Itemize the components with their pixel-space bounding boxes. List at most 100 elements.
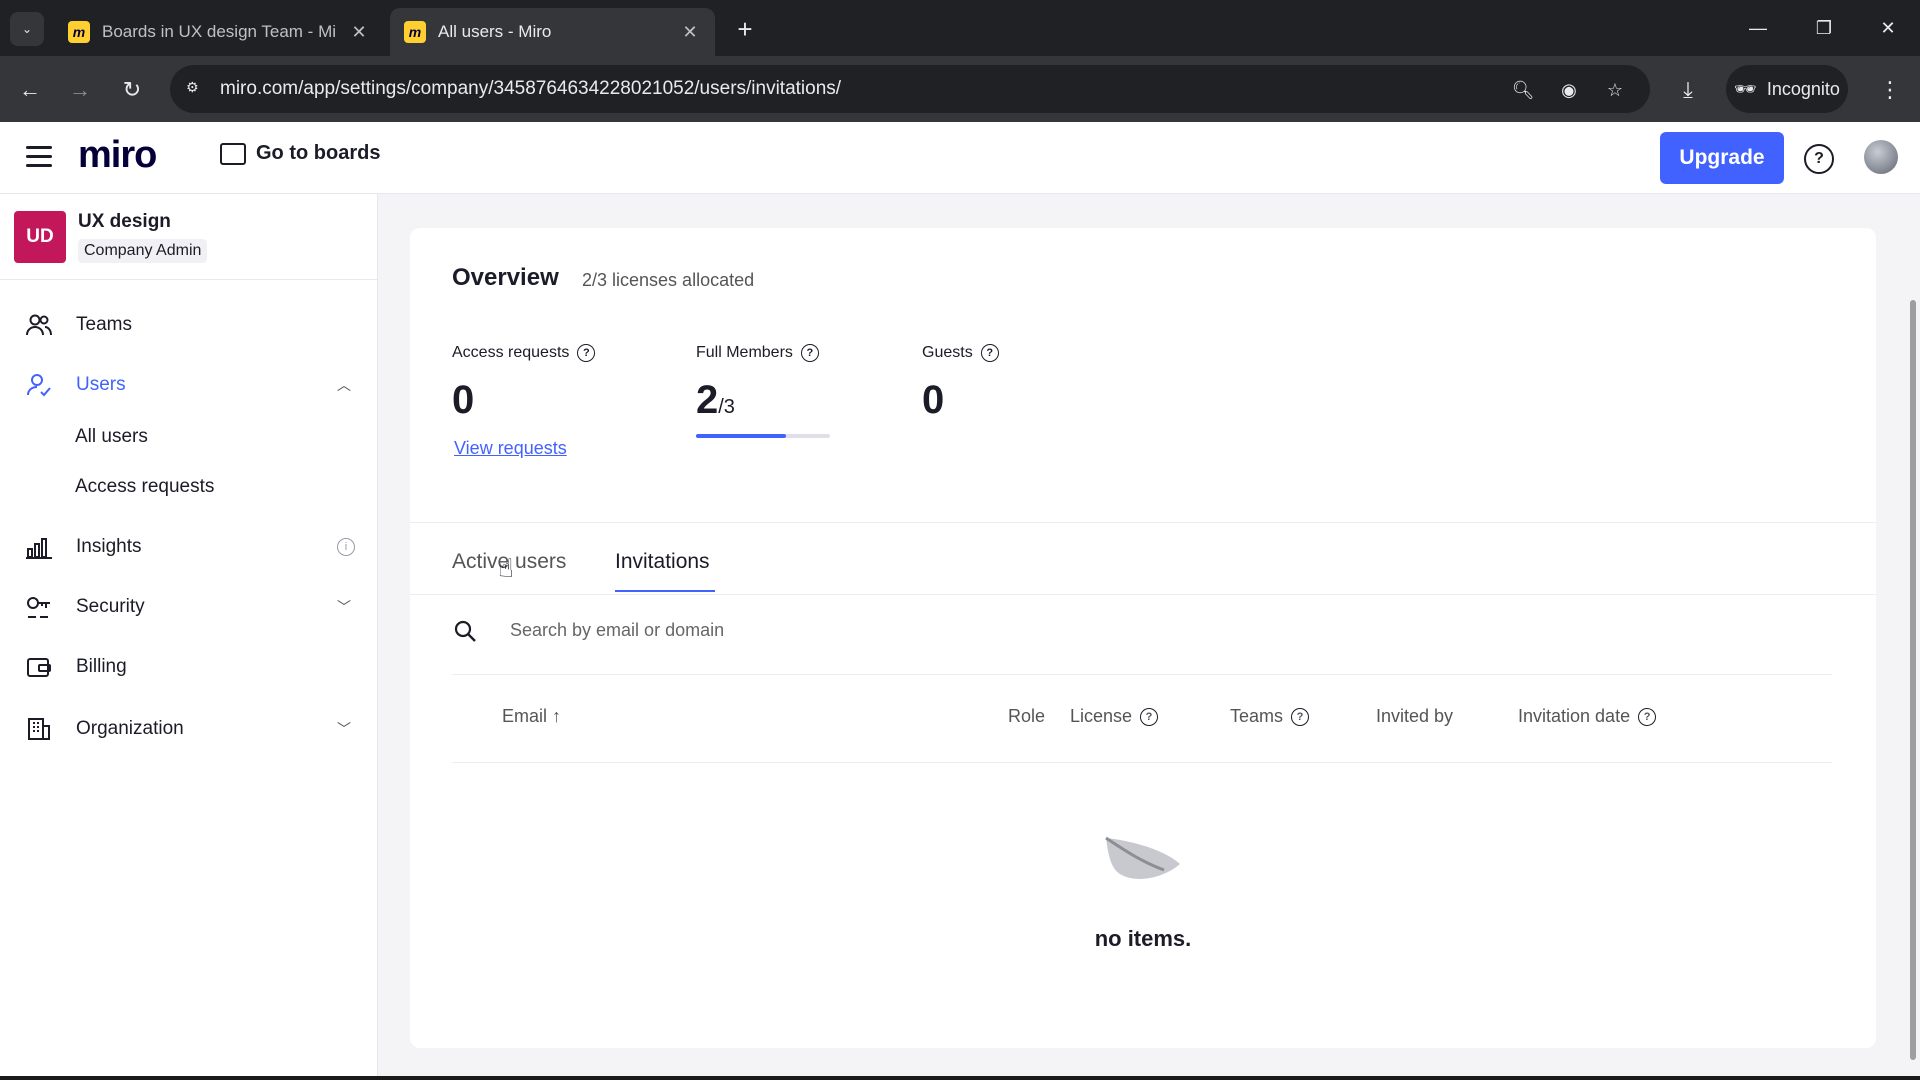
bottom-edge (0, 1076, 1920, 1080)
guests-value: 0 (922, 378, 945, 422)
restore-icon[interactable]: ❐ (1806, 12, 1842, 44)
app-header: miro Go to boards Upgrade ? (0, 122, 1920, 194)
full-members-total: /3 (718, 396, 735, 418)
divider (410, 594, 1876, 595)
security-icon (24, 592, 54, 622)
sidebar-item-users[interactable]: Users ︿ (0, 360, 377, 410)
full-members-label: Full Members ? (696, 344, 819, 362)
url-text: miro.com/app/settings/company/3458764634… (220, 78, 842, 99)
info-icon[interactable]: i (337, 538, 355, 556)
sidebar-item-label: Teams (76, 314, 132, 335)
window-close-icon[interactable]: ✕ (1870, 12, 1906, 44)
sidebar-item-insights[interactable]: Insights i (0, 522, 377, 572)
column-header-invited-by[interactable]: Invited by (1376, 706, 1453, 727)
upgrade-button[interactable]: Upgrade (1660, 132, 1784, 184)
help-icon[interactable]: ? (1804, 144, 1834, 174)
column-header-label: Teams (1230, 706, 1284, 726)
new-tab-icon[interactable]: + (730, 14, 760, 44)
chevron-down-icon[interactable]: ﹀ (337, 597, 351, 617)
eye-off-icon[interactable]: ◉ (1556, 77, 1582, 103)
overview-card: Overview 2/3 licenses allocated Access r… (410, 228, 1876, 1048)
column-header-license[interactable]: License? (1070, 706, 1159, 727)
search-input[interactable] (510, 608, 1810, 652)
browser-menu-icon[interactable]: ⋮ (1872, 72, 1908, 108)
question-icon[interactable]: ? (1140, 707, 1159, 726)
sidebar-subitem-access-requests[interactable]: Access requests (75, 476, 214, 498)
teams-icon (24, 310, 54, 340)
full-members-count: 2 (696, 378, 719, 422)
download-icon[interactable]: ⤓ (1670, 72, 1706, 108)
incognito-badge[interactable]: 🕶︎ Incognito (1726, 65, 1848, 113)
org-name: UX design (78, 210, 171, 232)
sidebar-item-label: Billing (76, 656, 127, 677)
column-header-label: Email ↑ (502, 706, 562, 726)
question-icon[interactable]: ? (980, 344, 999, 362)
view-requests-link[interactable]: View requests (454, 438, 567, 459)
insights-icon (24, 532, 54, 562)
access-requests-value: 0 (452, 378, 475, 422)
back-icon[interactable]: ← (12, 72, 48, 108)
tab-title: All users - Miro (438, 22, 552, 41)
question-icon[interactable]: ? (1638, 707, 1657, 726)
question-icon[interactable]: ? (1291, 707, 1310, 726)
column-header-teams[interactable]: Teams? (1230, 706, 1310, 727)
sidebar: UD UX design Company Admin Teams Users ︿… (0, 194, 378, 1080)
incognito-label: Incognito (1766, 78, 1840, 99)
org-badge: UD (14, 210, 66, 263)
divider (410, 522, 1876, 523)
tab-invitations[interactable]: Invitations (615, 550, 710, 574)
sidebar-item-label: Insights (76, 536, 142, 557)
question-icon[interactable]: ? (577, 344, 596, 362)
tab-search-chevron-icon[interactable]: ⌄ (10, 12, 44, 46)
column-header-role[interactable]: Role (1008, 706, 1045, 727)
go-to-boards-button[interactable]: Go to boards (220, 142, 380, 165)
chevron-up-icon[interactable]: ︿ (337, 375, 351, 395)
board-icon (220, 142, 246, 165)
sidebar-item-teams[interactable]: Teams (0, 300, 377, 350)
miro-favicon-icon: m (404, 21, 426, 43)
url-field[interactable]: ⚙ miro.com/app/settings/company/34587646… (170, 65, 1650, 113)
org-header[interactable]: UD UX design Company Admin (0, 194, 377, 280)
zoom-icon[interactable]: 🔍︎ (1510, 77, 1536, 103)
column-header-label: Role (1008, 706, 1046, 726)
miro-logo[interactable]: miro (78, 134, 157, 177)
forward-icon[interactable]: → (62, 72, 98, 108)
leaf-icon (1100, 832, 1186, 891)
empty-state-text: no items. (1094, 926, 1192, 951)
sidebar-item-organization[interactable]: Organization ﹀ (0, 704, 377, 754)
close-icon[interactable]: ✕ (679, 21, 701, 43)
divider (452, 762, 1832, 763)
star-icon[interactable]: ☆ (1602, 77, 1628, 103)
sidebar-subitem-all-users[interactable]: All users (75, 426, 148, 448)
question-icon[interactable]: ? (800, 344, 819, 362)
full-members-label-text: Full Members (696, 344, 793, 361)
active-tab-indicator (615, 590, 715, 592)
column-header-email[interactable]: Email ↑ (502, 706, 561, 727)
browser-tab-boards[interactable]: m Boards in UX design Team - Mi ✕ (54, 8, 384, 56)
scrollbar-thumb[interactable] (1910, 300, 1916, 1060)
license-progress-bar (696, 434, 830, 438)
tab-title: Boards in UX design Team - Mi (102, 22, 337, 41)
org-role-badge: Company Admin (78, 238, 208, 263)
users-icon (24, 370, 54, 400)
site-info-icon[interactable]: ⚙ (186, 79, 206, 99)
browser-tab-all-users[interactable]: m All users - Miro ✕ (390, 8, 715, 56)
chevron-down-icon[interactable]: ﹀ (337, 719, 351, 739)
column-header-invitation-date[interactable]: Invitation date? (1518, 706, 1657, 727)
hand-cursor-icon: ☝ (498, 553, 514, 583)
sidebar-item-billing[interactable]: Billing (0, 642, 377, 692)
avatar[interactable] (1864, 140, 1898, 174)
hamburger-menu-icon[interactable] (26, 146, 52, 168)
divider (452, 674, 1832, 675)
minimize-icon[interactable]: — (1740, 12, 1776, 44)
guests-label: Guests ? (922, 344, 999, 362)
column-header-label: License (1070, 706, 1133, 726)
license-progress-fill (696, 434, 786, 438)
column-header-label: Invitation date (1518, 706, 1631, 726)
guests-label-text: Guests (922, 344, 973, 361)
close-icon[interactable]: ✕ (348, 21, 370, 43)
reload-icon[interactable]: ↻ (114, 72, 150, 108)
sidebar-item-label: Security (76, 596, 145, 617)
organization-icon (24, 714, 54, 744)
sidebar-item-security[interactable]: Security ﹀ (0, 582, 377, 632)
